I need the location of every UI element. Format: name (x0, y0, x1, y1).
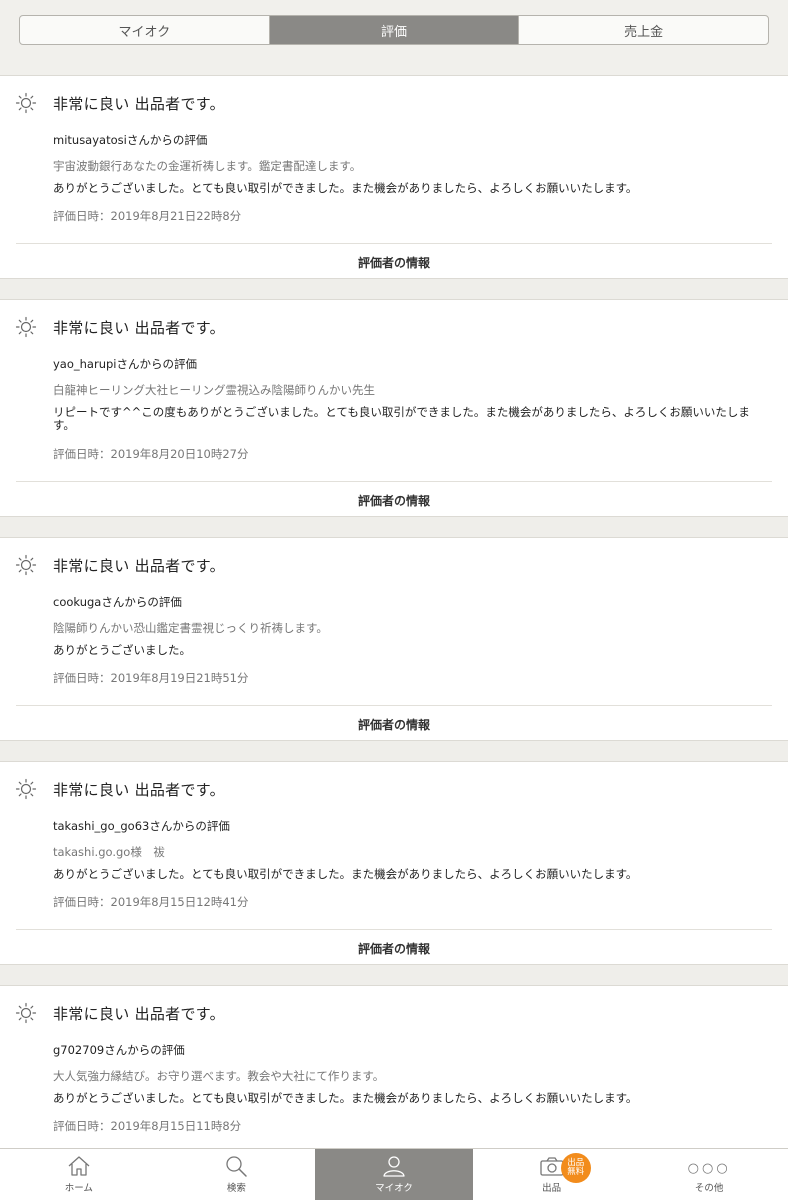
review-comment: ありがとうございました。とても良い取引ができました。また機会がありましたら、よろ… (53, 181, 638, 195)
item-title[interactable]: 宇宙波動銀行あなたの金運祈祷します。鑑定書配達します。 (53, 158, 361, 174)
sun-smile-icon (15, 554, 37, 576)
tab-other-label: その他 (694, 1183, 724, 1194)
reviewer-name[interactable]: g702709さんからの評価 (53, 1042, 185, 1058)
rating-row: 非常に良い 出品者です。 (15, 554, 225, 576)
tab-sell-label: 出品 (542, 1183, 562, 1194)
tab-home-label: ホーム (64, 1183, 93, 1194)
reviewer-info-button[interactable]: 評価者の情報 (0, 244, 788, 280)
item-title[interactable]: 白龍神ヒーリング大社ヒーリング霊視込み陰陽師りんかい先生 (53, 382, 375, 398)
segment-myauction[interactable]: マイオク (20, 16, 270, 44)
rating-row: 非常に良い 出品者です。 (15, 316, 225, 338)
segment-sales[interactable]: 売上金 (519, 16, 768, 44)
segment-rating[interactable]: 評価 (269, 16, 520, 44)
rating-label: 非常に良い 出品者です。 (53, 318, 225, 337)
badge-line2: 無料 (567, 1167, 585, 1177)
rating-row: 非常に良い 出品者です。 (15, 92, 225, 114)
tab-search-label: 検索 (226, 1183, 246, 1194)
home-icon (68, 1156, 90, 1176)
tab-other[interactable]: ○○○ その他 (630, 1149, 788, 1200)
rating-row: 非常に良い 出品者です。 (15, 1002, 225, 1024)
review-card: 非常に良い 出品者です。 mitusayatosiさんからの評価 宇宙波動銀行あ… (0, 75, 788, 279)
review-date: 評価日時：2019年8月20日10時27分 (53, 447, 249, 461)
tab-home[interactable]: ホーム (0, 1149, 158, 1200)
item-title[interactable]: 陰陽師りんかい恐山鑑定書霊視じっくり祈祷します。 (53, 620, 328, 636)
reviewer-info-button[interactable]: 評価者の情報 (0, 930, 788, 966)
review-comment: リピートです^^この度もありがとうございました。とても良い取引ができました。また… (53, 405, 750, 432)
rating-label: 非常に良い 出品者です。 (53, 556, 225, 575)
reviewer-name[interactable]: takashi_go_go63さんからの評価 (53, 818, 230, 834)
reviewer-name[interactable]: mitusayatosiさんからの評価 (53, 132, 207, 148)
rating-label: 非常に良い 出品者です。 (53, 780, 225, 799)
rating-row: 非常に良い 出品者です。 (15, 778, 225, 800)
reviewer-info-button[interactable]: 評価者の情報 (0, 482, 788, 518)
tab-search[interactable]: 検索 (158, 1149, 316, 1200)
review-date: 評価日時：2019年8月19日21時51分 (53, 671, 249, 685)
review-date: 評価日時：2019年8月15日12時41分 (53, 895, 249, 909)
review-comment: ありがとうございました。とても良い取引ができました。また機会がありましたら、よろ… (53, 867, 638, 881)
rating-label: 非常に良い 出品者です。 (53, 94, 225, 113)
top-bar: マイオク 評価 売上金 (0, 0, 788, 75)
search-icon (226, 1156, 248, 1177)
review-card: 非常に良い 出品者です。 cookugaさんからの評価 陰陽師りんかい恐山鑑定書… (0, 537, 788, 741)
review-card: 非常に良い 出品者です。 takashi_go_go63さんからの評価 taka… (0, 761, 788, 965)
item-title[interactable]: 大人気強力縁結び。お守り選べます。教会や大社にて作ります。 (53, 1068, 384, 1084)
free-listing-badge: 出品 無料 (560, 1153, 591, 1183)
segment-control: マイオク 評価 売上金 (19, 15, 769, 45)
review-comment: ありがとうございました。とても良い取引ができました。また機会がありましたら、よろ… (53, 1091, 638, 1105)
reviewer-info-button[interactable]: 評価者の情報 (0, 706, 788, 742)
sun-smile-icon (15, 1002, 37, 1024)
tab-myauction[interactable]: マイオク (315, 1149, 473, 1200)
reviewer-name[interactable]: yao_harupiさんからの評価 (53, 356, 197, 372)
review-date: 評価日時：2019年8月21日22時8分 (53, 209, 242, 223)
review-card: 非常に良い 出品者です。 yao_harupiさんからの評価 白龍神ヒーリング大… (0, 299, 788, 517)
reviewer-name[interactable]: cookugaさんからの評価 (53, 594, 182, 610)
tab-myauction-label: マイオク (375, 1183, 413, 1194)
review-date: 評価日時：2019年8月15日11時8分 (53, 1119, 242, 1133)
review-comment: ありがとうございました。 (53, 643, 191, 657)
item-title[interactable]: takashi.go.go様 祓 (53, 844, 165, 860)
review-card: 非常に良い 出品者です。 g702709さんからの評価 大人気強力縁結び。お守り… (0, 985, 788, 1155)
person-icon (383, 1156, 405, 1177)
tab-sell[interactable]: 出品 出品 無料 (473, 1149, 631, 1200)
more-dots-icon: ○○○ (687, 1161, 731, 1176)
sun-smile-icon (15, 778, 37, 800)
sun-smile-icon (15, 92, 37, 114)
bottom-tab-bar: ホーム 検索 マイオク 出品 出品 無料 ○○○ その他 (0, 1148, 788, 1200)
sun-smile-icon (15, 316, 37, 338)
rating-label: 非常に良い 出品者です。 (53, 1004, 225, 1023)
